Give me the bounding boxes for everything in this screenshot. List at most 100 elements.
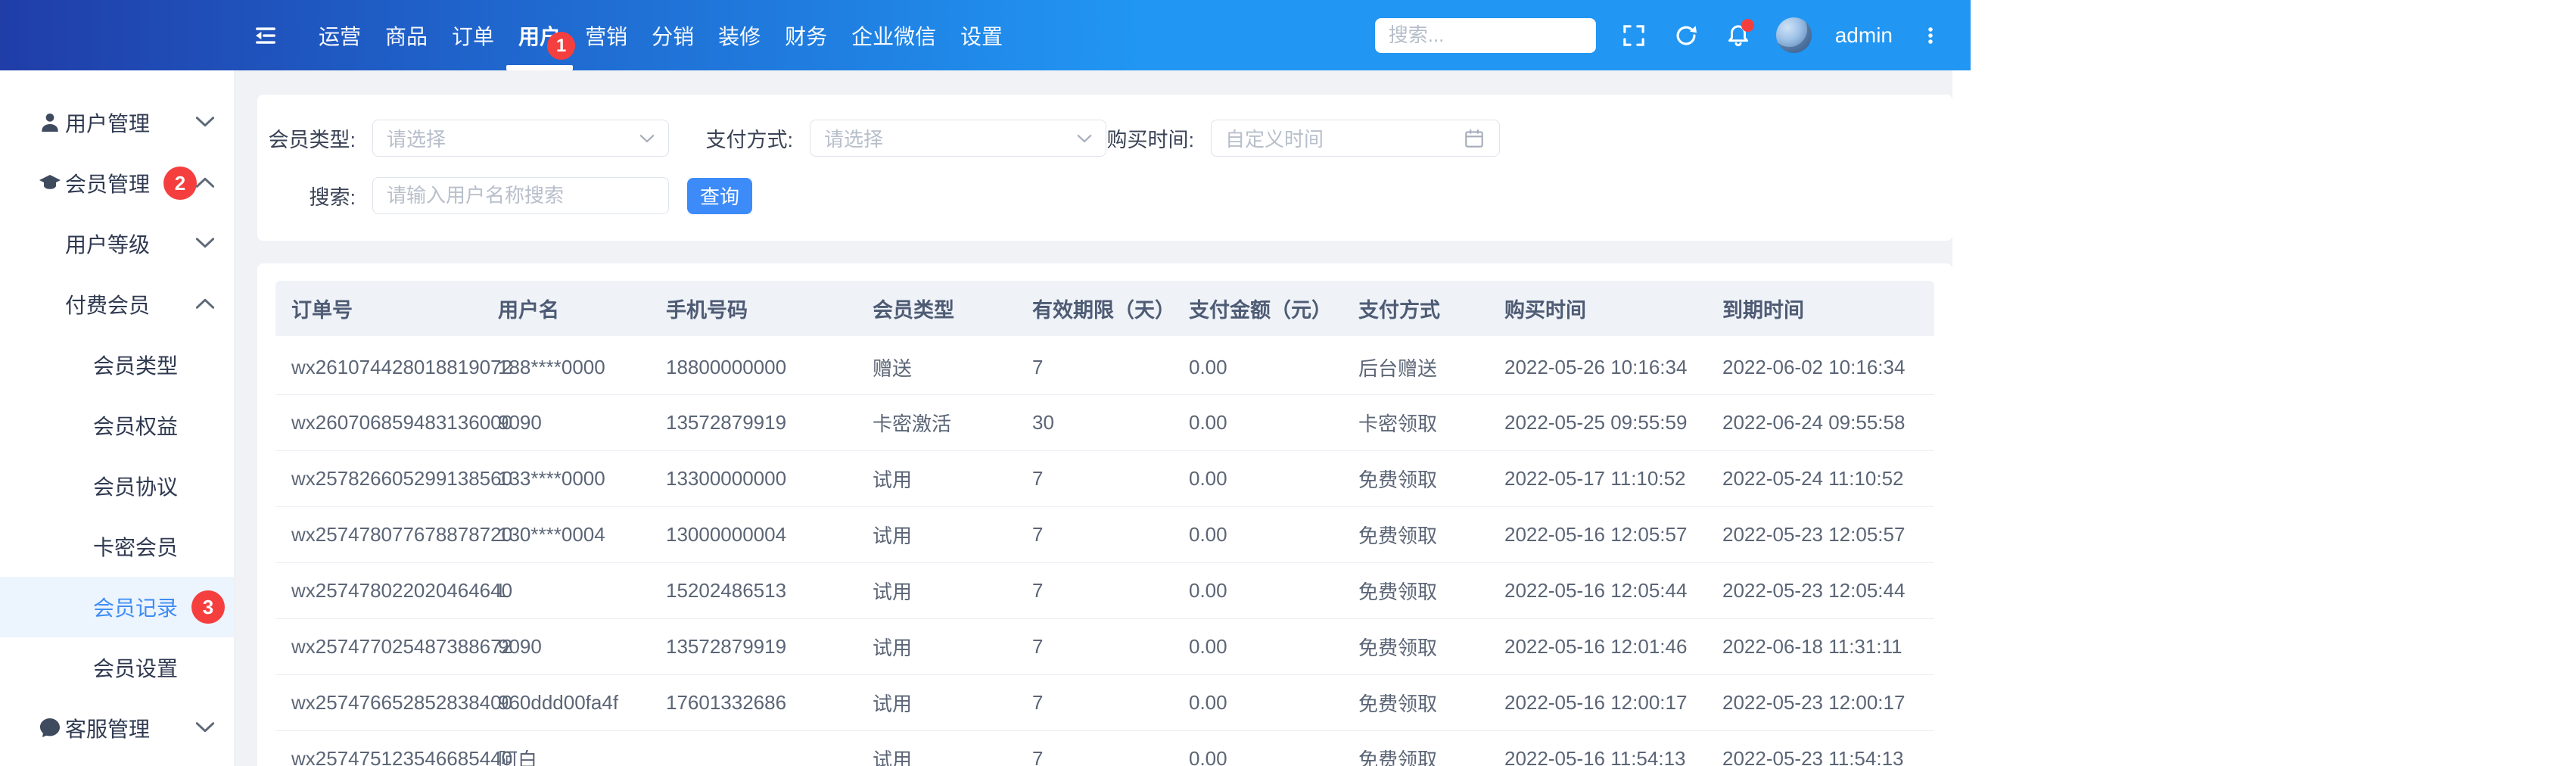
column-header: 手机号码 (650, 281, 857, 338)
sidebar-item-label: 会员权益 (93, 415, 179, 438)
refresh-icon[interactable] (1672, 21, 1700, 50)
chevron-down-icon (639, 134, 655, 143)
table-row: wx257476652852838400 960ddd00fa4f 17601332… (275, 674, 1934, 731)
table-cell: 免费领取 (1342, 506, 1489, 563)
table-cell: 7 (1016, 618, 1173, 675)
buy-time-placeholder: 自定义时间 (1225, 128, 1324, 151)
nav-item[interactable]: 订单 (440, 0, 506, 70)
sidebar-item-label: 会员记录 (93, 596, 179, 620)
sidebar-item[interactable]: 会员协议 (0, 456, 234, 516)
table-cell (650, 730, 857, 766)
table-cell: 18800000000 (650, 338, 857, 395)
nav-badge: 1 (547, 32, 576, 60)
sidebar-item[interactable]: 会员记录 3 (0, 577, 234, 637)
table-row: wx260706859483136000 9090 13572879919 卡密激活 3… (275, 394, 1934, 451)
table-cell: 2022-05-23 12:00:17 (1706, 674, 1934, 731)
table-cell: 免费领取 (1342, 450, 1489, 507)
sidebar-item[interactable]: 用户等级 (0, 213, 234, 274)
pay-method-select[interactable]: 请选择 (810, 120, 1106, 157)
table-cell: 0.00 (1173, 618, 1342, 675)
nav-item[interactable]: 营销 (573, 0, 639, 70)
nav-item[interactable]: 设置 (948, 0, 1015, 70)
table-cell: 13572879919 (650, 394, 857, 451)
table-cell: 试用 (857, 562, 1016, 619)
nav-item[interactable]: 商品 (373, 0, 440, 70)
username-label[interactable]: admin (1835, 23, 1893, 48)
table-cell: 试用 (857, 450, 1016, 507)
fullscreen-icon[interactable] (1619, 21, 1648, 50)
sidebar-item[interactable]: 会员管理 2 (0, 153, 234, 213)
navbar-right: admin (1374, 17, 1971, 53)
chat-icon (38, 716, 62, 740)
table-cell: 188****0000 (482, 338, 650, 395)
buy-time-datepicker[interactable]: 自定义时间 (1211, 120, 1500, 157)
table-cell: 2022-05-16 12:00:17 (1489, 674, 1706, 731)
table-cell: 30 (1016, 394, 1173, 451)
table-cell: 7 (1016, 674, 1173, 731)
filter-panel: 会员类型: 请选择 支付方式: 请选择 购买时间: 自定义时间 搜索: 请输入用… (257, 95, 1952, 241)
column-header: 支付金额（元） (1173, 281, 1342, 338)
sidebar-badge: 3 (191, 590, 226, 624)
table-cell: 0.00 (1173, 562, 1342, 619)
member-type-label: 会员类型: (268, 129, 356, 151)
sidebar-item[interactable]: 会员权益 (0, 395, 234, 456)
nav-item[interactable]: 财务 (773, 0, 839, 70)
nav-item[interactable]: 运营 (306, 0, 373, 70)
nav-item-label: 运营 (319, 24, 362, 48)
table-cell: 阿白 (482, 730, 650, 766)
table-cell: 0.00 (1173, 450, 1342, 507)
table-row: wx257475123546685440 阿白 试用 7 0.00 免费领取 2022-05… (275, 730, 1934, 766)
calendar-icon (1463, 127, 1486, 150)
nav-item[interactable]: 分销 (639, 0, 706, 70)
notification-dot-badge (1741, 18, 1754, 32)
table-cell: 试用 (857, 618, 1016, 675)
sidebar-item-label: 会员协议 (93, 475, 179, 499)
search-input[interactable] (1374, 17, 1596, 53)
table-cell: 0.00 (1173, 338, 1342, 395)
keyword-search-input[interactable] (372, 177, 669, 214)
table-cell: 2022-06-02 10:16:34 (1706, 338, 1934, 395)
avatar[interactable] (1775, 17, 1812, 53)
table-header: 订单号 用户名 手机号码 会员类型 有效期限（天） 支付金额（元） 支付方式 购买时间 到期时间 (275, 281, 1934, 338)
sidebar-item[interactable]: 卡密会员 (0, 516, 234, 577)
column-header: 用户名 (482, 281, 650, 338)
table-cell: 15202486513 (650, 562, 857, 619)
nav-item[interactable]: 企业微信 (839, 0, 948, 70)
table-cell: wx257478077678878720 (275, 506, 512, 563)
sidebar-item[interactable]: 客服管理 (0, 698, 234, 758)
app: { "navbar": { "menu": [ {"label":"运营"}, … (0, 0, 2576, 766)
table-cell: 免费领取 (1342, 730, 1489, 766)
table-row: wx257477025487388672 9090 13572879919 试用 7 0.… (275, 618, 1934, 675)
notifications-bell-icon[interactable] (1724, 18, 1754, 50)
chevron-down-icon (196, 117, 216, 129)
table-cell: 2022-05-16 12:01:46 (1489, 618, 1706, 675)
sidebar-item-label: 客服管理 (65, 718, 151, 741)
pay-method-label: 支付方式: (705, 129, 793, 151)
table-cell: 0.00 (1173, 394, 1342, 451)
table-cell: wx257475123546685440 (275, 730, 512, 766)
table-cell: 133****0000 (482, 450, 650, 507)
table-cell: 2022-05-16 12:05:57 (1489, 506, 1706, 563)
table-cell: 2022-06-18 11:31:11 (1706, 618, 1934, 675)
table-cell: 2022-05-16 11:54:13 (1489, 730, 1706, 766)
member-type-select[interactable]: 请选择 (372, 120, 669, 157)
table-cell: 2022-06-24 09:55:58 (1706, 394, 1934, 451)
table-cell: 9090 (482, 394, 650, 451)
query-button[interactable]: 查询 (687, 177, 752, 214)
more-menu-icon[interactable] (1916, 21, 1945, 50)
nav-item-label: 分销 (652, 24, 695, 48)
collapse-menu-icon[interactable] (252, 22, 279, 49)
nav-item[interactable]: 用户 1 (506, 0, 576, 70)
column-header: 支付方式 (1342, 281, 1489, 338)
table-cell: wx261074428018819072 (275, 338, 512, 395)
table-cell: 17601332686 (650, 674, 857, 731)
sidebar-item[interactable]: 会员设置 (0, 637, 234, 698)
table-cell: wx257477025487388672 (275, 618, 512, 675)
table-cell: 试用 (857, 674, 1016, 731)
nav-item[interactable]: 装修 (706, 0, 773, 70)
sidebar-item[interactable]: 会员类型 (0, 335, 234, 395)
table-cell: wx260706859483136000 (275, 394, 512, 451)
sidebar-item[interactable]: 用户管理 (0, 92, 234, 153)
sidebar-item[interactable]: 付费会员 (0, 274, 234, 335)
nav-item-label: 财务 (785, 24, 828, 48)
